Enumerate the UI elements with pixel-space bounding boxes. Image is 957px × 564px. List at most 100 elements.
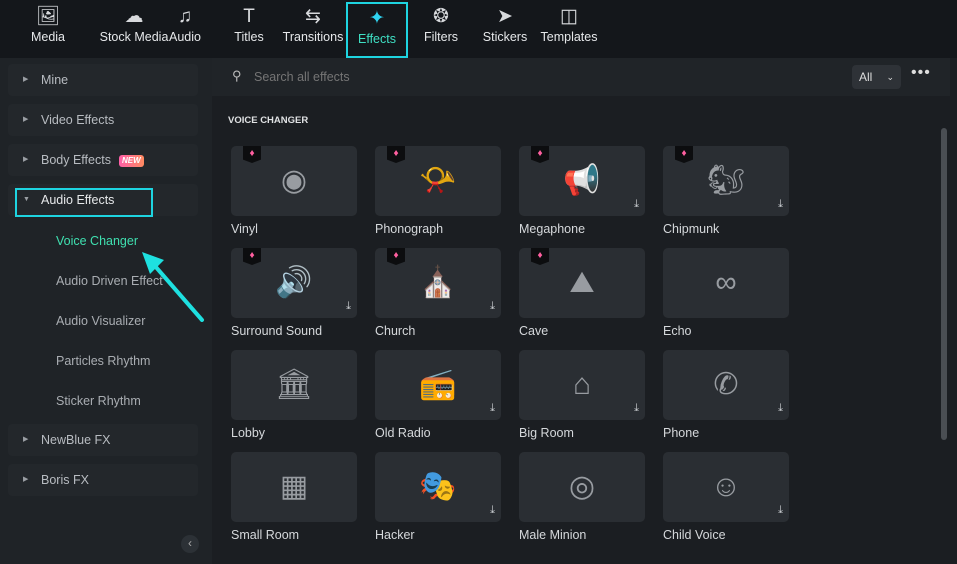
church-icon: ⛪	[419, 266, 457, 299]
top-toolbar: 🖼 Media ☁ Stock Media ♫ Audio T Titles ⇆ Transiti…	[0, 0, 957, 58]
effect-card-label: Child Voice	[663, 528, 726, 542]
chipmunk-icon: 🐿	[706, 164, 746, 197]
phonograph-icon: 📯	[419, 164, 457, 197]
premium-gem-icon: ♦	[675, 146, 693, 163]
sidebar-item-boris-fx[interactable]: ▶ Boris FX	[8, 464, 198, 496]
tab-titles[interactable]: T Titles	[226, 2, 272, 58]
tab-templates[interactable]: ◫ Templates	[538, 2, 600, 58]
expand-triangle-icon: ▶	[23, 76, 29, 83]
effect-card-chipmunk[interactable]: 🐿 ♦ ⤓	[663, 146, 789, 216]
sub-item-particles-rhythm[interactable]: Particles Rhythm	[56, 354, 150, 368]
download-icon[interactable]: ⤓	[778, 504, 783, 516]
tab-label: Effects	[358, 32, 396, 46]
sub-item-sticker-rhythm[interactable]: Sticker Rhythm	[56, 394, 141, 408]
cave-icon: ⛰	[569, 266, 595, 299]
effect-card-small-room[interactable]: ▦	[231, 452, 357, 522]
effect-card-old-radio[interactable]: 📻 ⤓	[375, 350, 501, 420]
sub-item-audio-visualizer[interactable]: Audio Visualizer	[56, 314, 145, 328]
scrollbar[interactable]	[941, 128, 947, 440]
download-icon[interactable]: ⤓	[346, 300, 351, 312]
effect-card-label: Phonograph	[375, 222, 444, 236]
hacker-icon: 🎭	[419, 470, 457, 503]
tab-filters[interactable]: ❂ Filters	[414, 2, 468, 58]
tab-label: Templates	[540, 30, 598, 44]
sidebar-item-newblue-fx[interactable]: ▶ NewBlue FX	[8, 424, 198, 456]
download-icon[interactable]: ⤓	[778, 198, 783, 210]
effect-card-megaphone[interactable]: 📢 ♦ ⤓	[519, 146, 645, 216]
effects-panel: ⚲ All⌄ ••• VOICE CHANGER ◉♦Vinyl📯♦Phonog…	[212, 58, 950, 564]
filters-icon: ❂	[433, 6, 449, 27]
tab-transitions[interactable]: ⇆ Transitions	[282, 2, 344, 58]
templates-icon: ◫	[560, 6, 578, 27]
tab-label: Filters	[423, 30, 459, 44]
premium-gem-icon: ♦	[531, 248, 549, 265]
expand-triangle-icon: ▶	[23, 116, 29, 123]
effect-card-label: Small Room	[231, 528, 300, 542]
sidebar-item-label: NewBlue FX	[41, 433, 111, 447]
sidebar-item-audio-effects[interactable]: ▼ Audio Effects	[8, 184, 198, 217]
effect-card-church[interactable]: ⛪ ♦ ⤓	[375, 248, 501, 318]
sidebar-item-mine[interactable]: ▶ Mine	[8, 64, 198, 96]
transitions-icon: ⇆	[305, 6, 321, 27]
effect-card-label: Lobby	[231, 426, 266, 440]
tab-label: Audio	[169, 30, 201, 44]
effect-card-vinyl[interactable]: ◉ ♦	[231, 146, 357, 216]
premium-gem-icon: ♦	[531, 146, 549, 163]
surround-sound-icon: 🔊	[275, 266, 313, 299]
effect-card-male-minion[interactable]: ◎	[519, 452, 645, 522]
tab-label: Titles	[234, 30, 264, 44]
download-icon[interactable]: ⤓	[778, 402, 783, 414]
sidebar-item-label: Boris FX	[41, 473, 89, 487]
effect-card-lobby[interactable]: 🏛	[231, 350, 357, 420]
premium-gem-icon: ♦	[387, 248, 405, 265]
search-input[interactable]	[254, 67, 754, 87]
effect-card-label: Church	[375, 324, 416, 338]
effect-card-label: Chipmunk	[663, 222, 720, 236]
sidebar-item-video-effects[interactable]: ▶ Video Effects	[8, 104, 198, 136]
sidebar-item-body-effects[interactable]: ▶ Body Effects NEW	[8, 144, 198, 176]
effect-card-label: Old Radio	[375, 426, 431, 440]
sidebar-item-label: Body Effects	[41, 153, 111, 167]
tab-effects[interactable]: ✦ Effects	[346, 2, 408, 58]
collapse-triangle-icon: ▼	[23, 196, 30, 203]
tab-media[interactable]: 🖼 Media	[24, 2, 72, 58]
premium-gem-icon: ♦	[387, 146, 405, 163]
effect-card-label: Phone	[663, 426, 700, 440]
download-icon[interactable]: ⤓	[490, 300, 495, 312]
effect-card-big-room[interactable]: ⌂ ⤓	[519, 350, 645, 420]
download-icon[interactable]: ⤓	[634, 402, 639, 414]
effect-card-label: Cave	[519, 324, 549, 338]
search-bar: ⚲ All ⌄ •••	[212, 58, 950, 96]
effect-card-label: Surround Sound	[231, 324, 323, 338]
old-radio-icon: 📻	[419, 368, 457, 401]
download-icon[interactable]: ⤓	[490, 402, 495, 414]
small-room-icon: ▦	[279, 470, 309, 503]
collapse-sidebar-button[interactable]: ‹	[181, 535, 199, 553]
download-icon[interactable]: ⤓	[490, 504, 495, 516]
more-options-icon[interactable]: •••	[911, 64, 931, 82]
effect-card-child-voice[interactable]: ☺ ⤓	[663, 452, 789, 522]
effect-card-label: Hacker	[375, 528, 415, 542]
tab-audio[interactable]: ♫ Audio	[164, 2, 206, 58]
effects-icon: ✦	[369, 8, 385, 29]
effect-card-label: Vinyl	[231, 222, 258, 236]
premium-gem-icon: ♦	[243, 248, 261, 265]
stickers-icon: ➤	[497, 6, 513, 27]
big-room-icon: ⌂	[572, 368, 592, 401]
tab-stickers[interactable]: ➤ Stickers	[478, 2, 532, 58]
effect-card-surround-sound[interactable]: 🔊 ♦ ⤓	[231, 248, 357, 318]
vinyl-icon: ◉	[280, 164, 308, 197]
filter-dropdown[interactable]: All ⌄	[852, 65, 901, 89]
effect-card-phonograph[interactable]: 📯 ♦	[375, 146, 501, 216]
download-icon[interactable]: ⤓	[634, 198, 639, 210]
annotation-arrow	[142, 252, 204, 322]
expand-triangle-icon: ▶	[23, 476, 29, 483]
effect-card-echo[interactable]: ∞	[663, 248, 789, 318]
male-minion-icon: ◎	[568, 470, 596, 503]
effect-card-phone[interactable]: ✆ ⤓	[663, 350, 789, 420]
filter-value: All	[859, 70, 873, 84]
sub-item-voice-changer[interactable]: Voice Changer	[56, 234, 138, 248]
effect-card-hacker[interactable]: 🎭 ⤓	[375, 452, 501, 522]
effect-card-cave[interactable]: ⛰ ♦	[519, 248, 645, 318]
search-icon: ⚲	[232, 68, 242, 83]
